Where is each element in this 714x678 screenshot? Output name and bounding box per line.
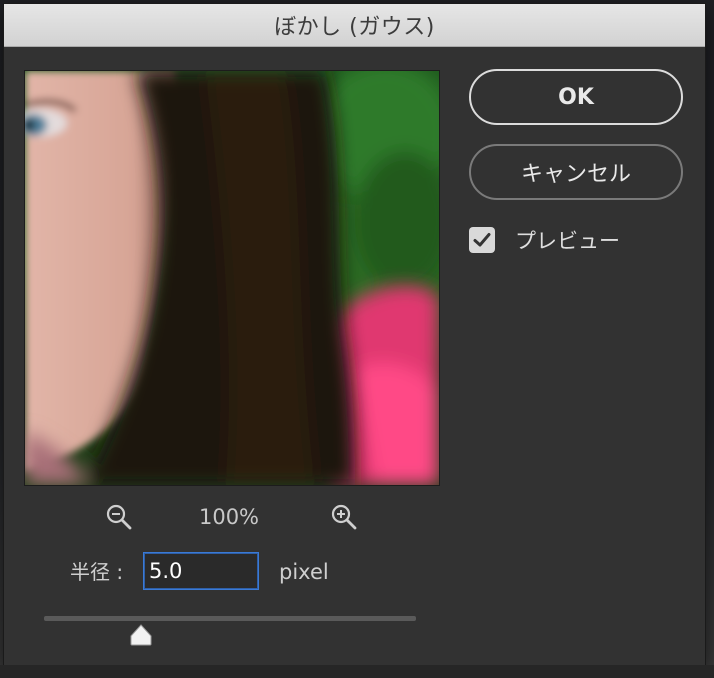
dialog-titlebar[interactable]: ぼかし (ガウス) [4,4,705,47]
zoom-in-icon [331,504,357,530]
gaussian-blur-dialog: ぼかし (ガウス) 100% 半径: 5.0 pixel OK キャンセル プ… [3,3,706,666]
zoom-level: 100% [198,505,260,529]
preview-label: プレビュー [515,229,620,253]
radius-slider-thumb[interactable] [129,624,153,646]
radius-input[interactable] [143,552,259,590]
radius-row: 半径 : pixel [24,552,438,596]
background-strip [0,665,714,678]
radius-label: 半径 : [70,560,124,584]
cancel-button-label: キャンセル [520,162,631,187]
ok-button[interactable]: OK [469,69,683,125]
cancel-button[interactable]: キャンセル [469,144,683,200]
zoom-out-button[interactable] [104,502,134,532]
ok-button-label: OK [558,84,594,110]
radius-slider-track[interactable] [44,616,416,621]
dialog-title: ぼかし (ガウス) [274,15,435,40]
preview-photo [25,71,439,485]
radius-unit: pixel [279,560,329,584]
zoom-controls: 100% [24,498,438,536]
preview-toggle[interactable]: プレビュー [469,225,620,255]
checkmark-icon [473,233,491,247]
preview-image[interactable] [24,70,440,486]
zoom-in-button[interactable] [329,502,359,532]
preview-checkbox[interactable] [469,227,495,253]
zoom-out-icon [106,504,132,530]
slider-thumb-icon [130,624,152,646]
